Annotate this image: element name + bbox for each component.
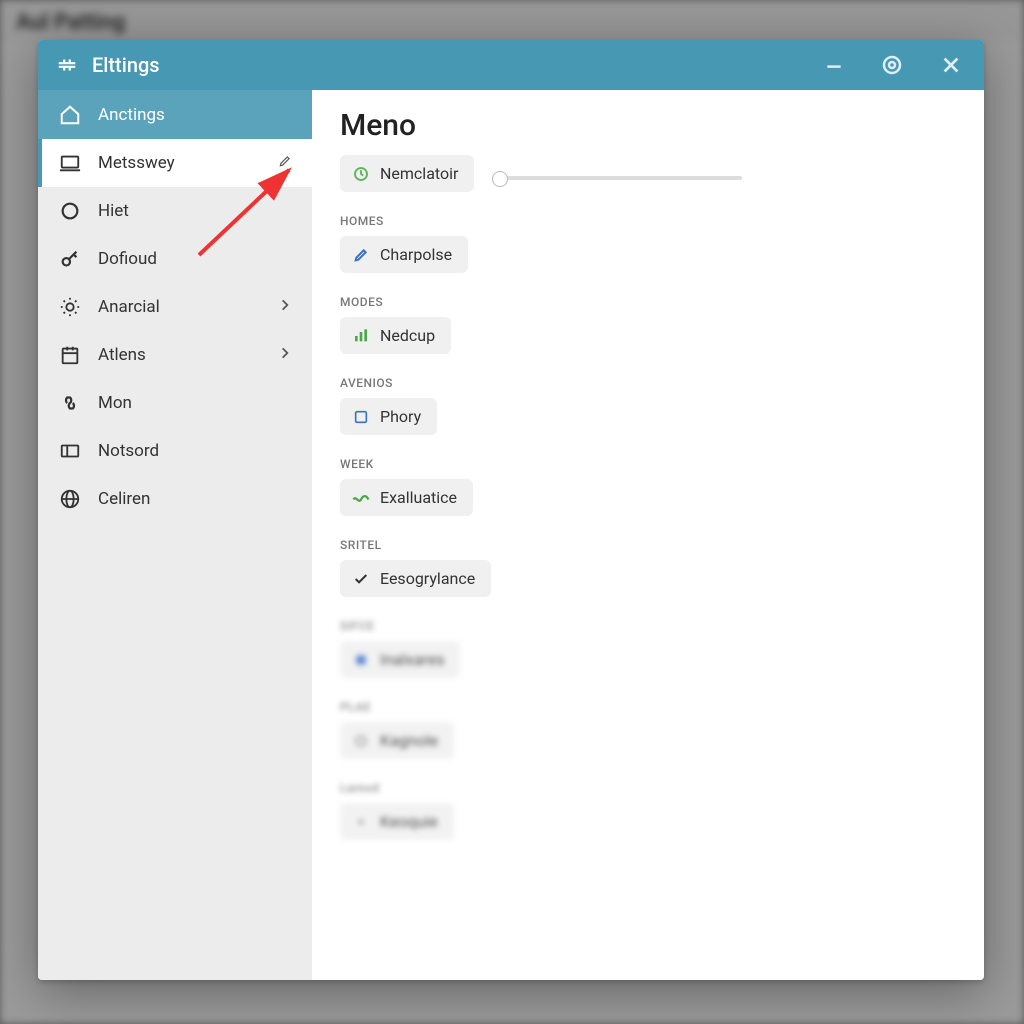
sidebar-item-celiren[interactable]: Celiren (38, 475, 312, 523)
sidebar-item-label: Anctings (98, 105, 165, 125)
section-label: SRITEL (340, 538, 956, 552)
chip-label: Keoquie (380, 812, 438, 831)
chip-phory[interactable]: Phory (340, 398, 437, 435)
chip-charpolse[interactable]: Charpolse (340, 236, 468, 273)
panel-icon (58, 439, 82, 463)
edit-square-icon (352, 246, 370, 264)
radio-icon (352, 732, 370, 750)
sidebar-item-label: Anarcial (98, 297, 160, 317)
sidebar-item-dofioud[interactable]: Dofioud (38, 235, 312, 283)
section-label: SIFCE (340, 619, 956, 633)
section-label: Lamod (340, 781, 956, 795)
section-label: AVENIOS (340, 376, 956, 390)
laptop-icon (58, 151, 82, 175)
chip-label: Inalxares (380, 650, 444, 669)
chip-nemclatoir[interactable]: Nemclatoir (340, 155, 474, 192)
sidebar-item-label: Hiet (98, 201, 129, 221)
box-icon (352, 651, 370, 669)
dialog-title: Elttings (92, 53, 806, 77)
link-icon (58, 391, 82, 415)
app-icon (56, 54, 78, 76)
fade-overlay (312, 940, 984, 980)
chip-kagnole[interactable]: Kagnole (340, 722, 454, 759)
section-label: PLAE (340, 700, 956, 714)
bar-chart-icon (352, 327, 370, 345)
edit-icon (278, 153, 292, 173)
titlebar: Elttings (38, 40, 984, 90)
chip-exalluatice[interactable]: Exalluatice (340, 479, 473, 516)
chip-label: Charpolse (380, 245, 452, 264)
sidebar-item-mon[interactable]: Mon (38, 379, 312, 427)
calendar-icon (58, 343, 82, 367)
chip-inalxares[interactable]: Inalxares (340, 641, 460, 678)
key-icon (58, 247, 82, 271)
chip-keoquie[interactable]: Keoquie (340, 803, 454, 840)
sidebar-item-label: Mon (98, 393, 132, 413)
sidebar-item-label: Notsord (98, 441, 159, 461)
check-icon (352, 570, 370, 588)
sidebar-item-label: Celiren (98, 489, 150, 509)
circle-icon (58, 199, 82, 223)
globe-icon (58, 487, 82, 511)
wave-icon (352, 489, 370, 507)
sidebar-item-anctings[interactable]: Anctings (38, 90, 312, 139)
chevron-right-icon (278, 345, 292, 365)
main-panel: Meno Nemclatoir HOMES Charpolse MODES (312, 90, 984, 980)
chip-label: Nemclatoir (380, 164, 458, 183)
page-title: Meno (340, 108, 956, 143)
slider[interactable] (492, 176, 742, 180)
sidebar-item-hiet[interactable]: Hiet (38, 187, 312, 235)
chip-nedcup[interactable]: Nedcup (340, 317, 451, 354)
settings-dialog: Elttings Anctings (38, 40, 984, 980)
sidebar: Anctings Metsswey Hiet (38, 90, 312, 980)
sidebar-item-label: Metsswey (98, 153, 175, 173)
dot-icon (352, 813, 370, 831)
section-label: MODES (340, 295, 956, 309)
sidebar-item-label: Atlens (98, 345, 146, 365)
sidebar-item-atlens[interactable]: Atlens (38, 331, 312, 379)
chip-label: Kagnole (380, 731, 438, 750)
chip-label: Phory (380, 407, 421, 426)
square-icon (352, 408, 370, 426)
minimize-button[interactable] (820, 51, 848, 79)
refresh-icon (352, 165, 370, 183)
home-icon (58, 103, 82, 127)
sidebar-item-metsswey[interactable]: Metsswey (38, 139, 312, 187)
sidebar-item-label: Dofioud (98, 249, 157, 269)
sidebar-item-anarcial[interactable]: Anarcial (38, 283, 312, 331)
brightness-icon (58, 295, 82, 319)
chip-label: Eesogrylance (380, 569, 475, 588)
chip-eesogrylance[interactable]: Eesogrylance (340, 560, 491, 597)
settings-gear-button[interactable] (876, 49, 908, 81)
chip-label: Exalluatice (380, 488, 457, 507)
chip-label: Nedcup (380, 326, 435, 345)
section-label: WEEK (340, 457, 956, 471)
sidebar-item-notsord[interactable]: Notsord (38, 427, 312, 475)
close-button[interactable] (936, 50, 966, 80)
chevron-right-icon (278, 297, 292, 317)
section-label: HOMES (340, 214, 956, 228)
